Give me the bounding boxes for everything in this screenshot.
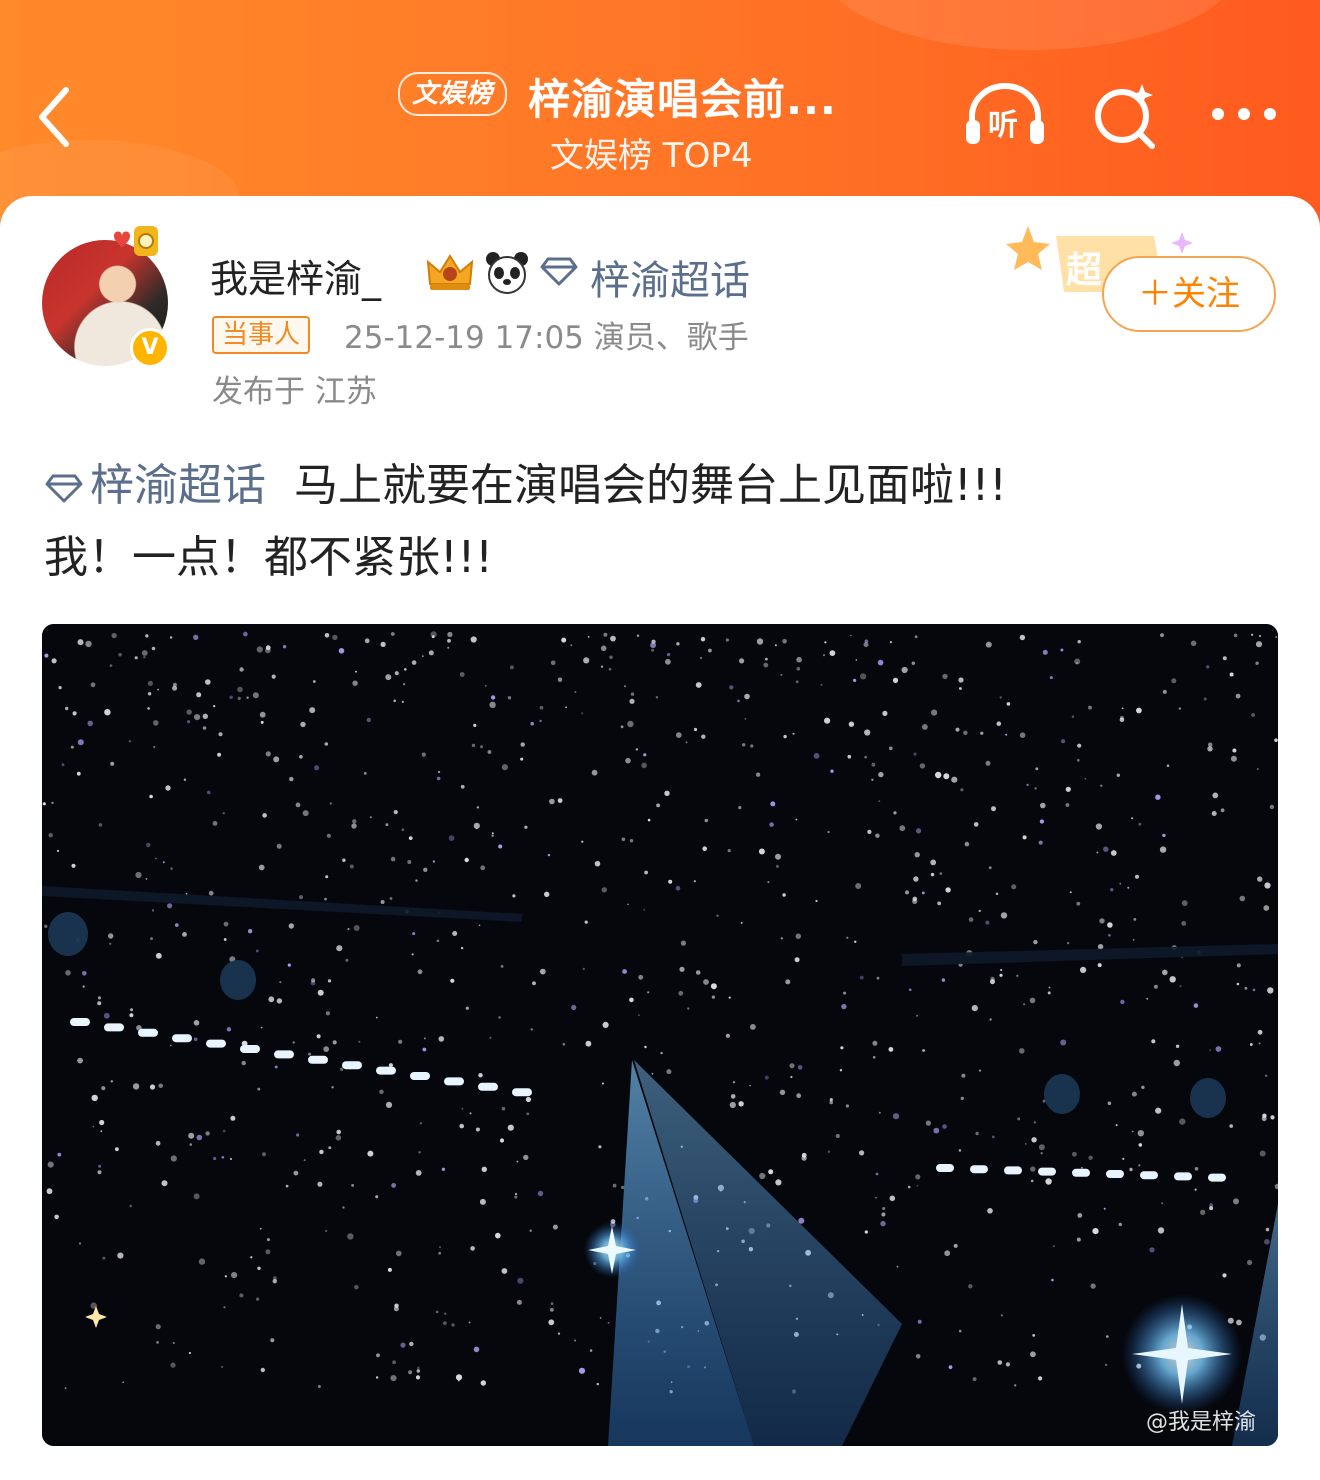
text-topic-link[interactable]: 梓渝超话 — [90, 460, 266, 511]
listen-button[interactable]: 听 — [962, 80, 1048, 150]
post-text-body: 马上就要在演唱会的舞台上见面啦!!! — [293, 460, 1007, 511]
concert-stage-image — [42, 624, 1278, 1446]
post-text-line: 我！一点！都不紧张!!! — [44, 532, 493, 583]
post-text: 梓渝超话 马上就要在演唱会的舞台上见面啦!!! 我！一点！都不紧张!!! — [44, 450, 1284, 594]
username[interactable]: 我是梓渝_ — [210, 248, 381, 303]
back-button[interactable] — [30, 82, 82, 152]
post-location: 发布于 江苏 — [212, 374, 377, 410]
rank-badge[interactable]: 文娱榜 — [398, 72, 508, 116]
image-watermark: @我是梓渝 — [1145, 1410, 1256, 1435]
more-dot — [1264, 108, 1276, 120]
follow-button[interactable]: ＋关注 — [1102, 256, 1276, 332]
search-sparkle-icon — [1095, 84, 1155, 149]
crown-icon[interactable] — [424, 250, 476, 294]
more-dot — [1238, 108, 1250, 120]
super-topic-link[interactable]: 梓渝超话 — [590, 248, 750, 306]
search-button[interactable] — [1090, 80, 1160, 150]
verified-v-icon: V — [130, 328, 170, 368]
post-image[interactable]: @我是梓渝 — [42, 624, 1278, 1446]
more-button[interactable] — [1208, 98, 1280, 134]
party-tag: 当事人 — [212, 316, 311, 354]
back-arrow-icon — [39, 87, 69, 147]
header-glow — [820, 0, 1240, 50]
diamond-icon — [45, 474, 83, 503]
post-text-line: 梓渝超话 马上就要在演唱会的舞台上见面啦!!! — [44, 450, 1284, 522]
super-badge-label: 超 — [1066, 250, 1103, 291]
avatar-decoration-icon — [114, 226, 158, 256]
topic-title: 梓渝演唱会前... — [528, 75, 837, 124]
topic-subtitle[interactable]: 文娱榜 TOP4 — [550, 128, 752, 177]
more-dot — [1212, 108, 1224, 120]
panda-icon[interactable] — [484, 250, 530, 294]
diamond-icon — [540, 257, 578, 286]
listen-label: 听 — [988, 108, 1018, 143]
post-meta: 25-12-19 17:05 演员、歌手 — [344, 320, 749, 356]
